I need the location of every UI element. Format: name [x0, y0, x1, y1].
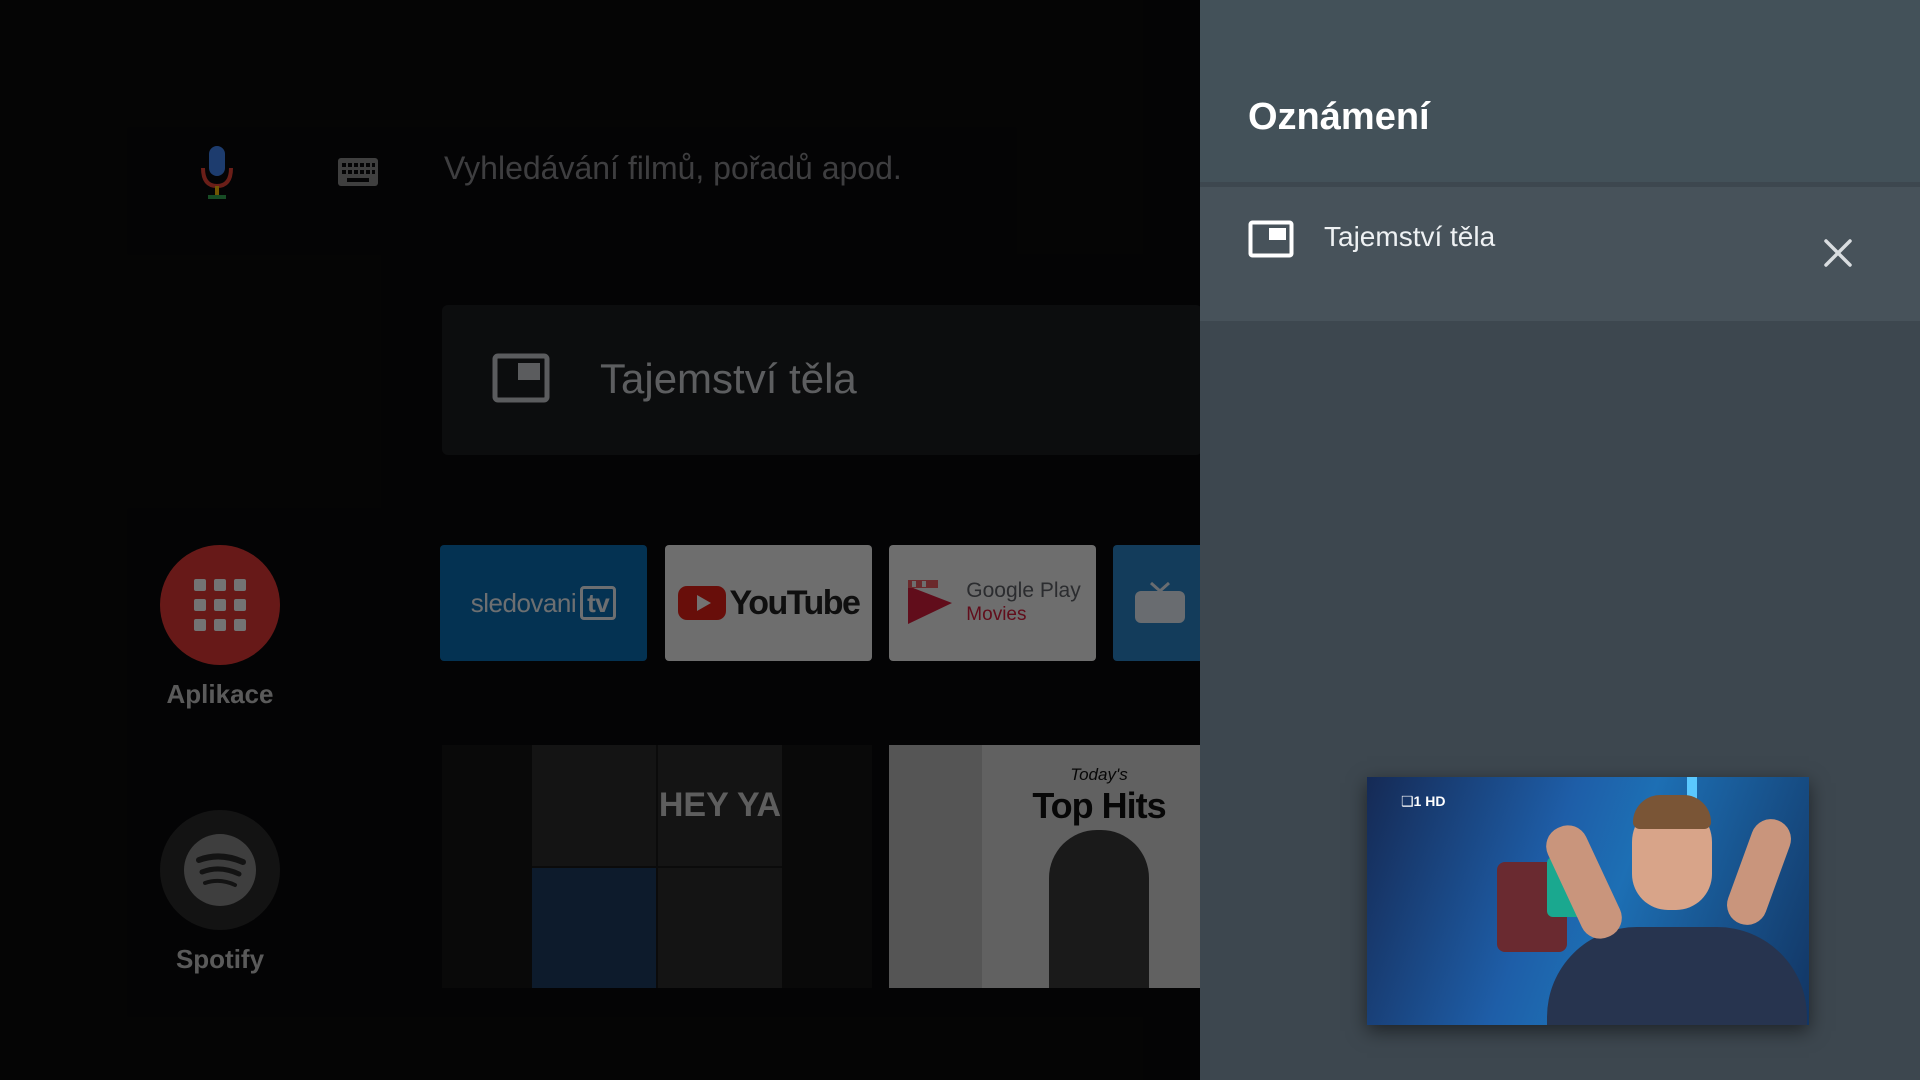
screen: Vyhledávání filmů, pořadů apod. Tajemstv…	[0, 0, 1920, 1080]
cover-artist-silhouette	[1049, 830, 1149, 988]
top-hits-caption: Today's Top Hits	[1032, 765, 1166, 826]
now-playing-title: Tajemství těla	[600, 355, 857, 402]
keyboard-icon[interactable]	[337, 157, 379, 192]
app-tile-google-play-movies[interactable]: Google Play Movies	[889, 545, 1096, 661]
mic-icon[interactable]	[195, 142, 239, 202]
search-input[interactable]: Vyhledávání filmů, pořadů apod.	[444, 150, 902, 187]
channel-logo: ❑1 HD	[1401, 793, 1446, 809]
panel-title: Oznámení	[1248, 96, 1430, 138]
apps-grid-icon	[160, 545, 280, 665]
youtube-play-icon	[677, 586, 726, 620]
notification-item[interactable]: Tajemství těla	[1200, 187, 1920, 321]
picture-in-picture-icon	[1248, 220, 1294, 263]
music-tile-playlist[interactable]: HEY YA	[442, 745, 872, 988]
rail-app-spotify[interactable]: Spotify	[160, 810, 280, 975]
search-bar	[195, 140, 239, 204]
rail-app-apps[interactable]: Aplikace	[160, 545, 280, 710]
music-tile-top-hits[interactable]: Today's Top Hits	[889, 745, 1209, 988]
sledovani-tv-logo: sledovani tv	[471, 586, 617, 620]
tv-icon	[1135, 581, 1185, 623]
google-play-movies-logo: Google Play Movies	[904, 578, 1081, 628]
now-playing-card[interactable]: Tajemství těla	[442, 305, 1202, 455]
picture-in-picture-icon	[492, 353, 550, 408]
app-tile-sledovani-tv[interactable]: sledovani tv	[440, 545, 647, 661]
app-tile-tv[interactable]	[1113, 545, 1213, 661]
spotify-icon	[160, 810, 280, 930]
google-play-movies-icon	[908, 580, 953, 624]
youtube-logo: YouTube	[677, 584, 861, 623]
album-hey-ya: HEY YA	[658, 745, 782, 866]
panel-header: Oznámení	[1200, 0, 1920, 182]
app-tile-youtube[interactable]: YouTube	[665, 545, 872, 661]
notification-title: Tajemství těla	[1324, 221, 1496, 252]
rail-app-label: Aplikace	[166, 679, 274, 709]
notification-panel: Oznámení Tajemství těla ❑1 HD	[1200, 0, 1920, 1080]
album-grid: HEY YA	[532, 745, 782, 988]
pip-video-window[interactable]: ❑1 HD	[1367, 777, 1809, 1025]
rail-app-label: Spotify	[175, 944, 265, 974]
close-icon[interactable]	[1818, 233, 1858, 273]
